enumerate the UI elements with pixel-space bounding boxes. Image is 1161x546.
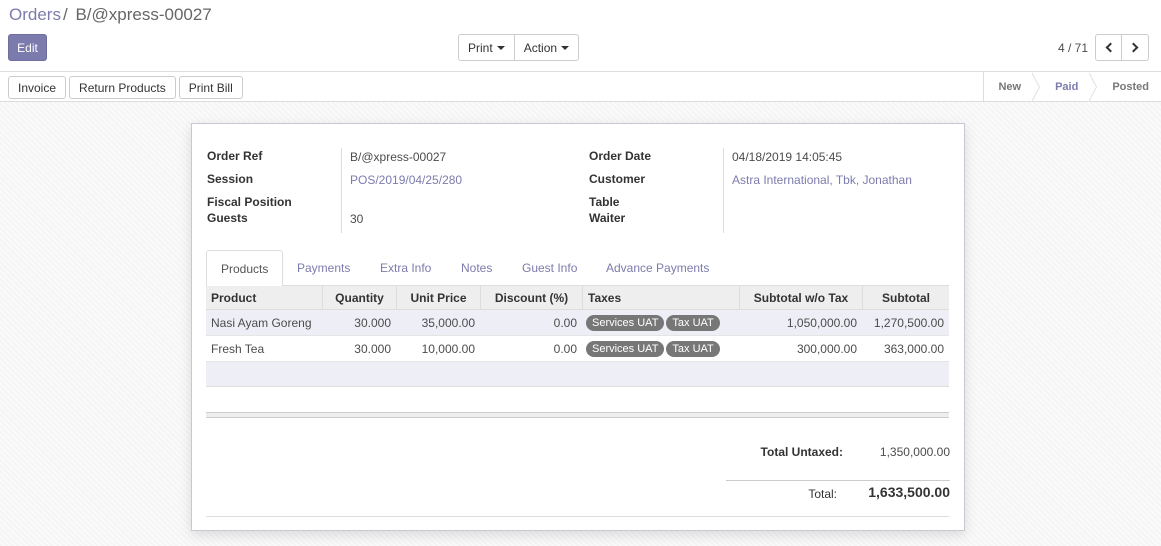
tax-badge: Tax UAT [666,314,720,331]
statusbar-buttons: Invoice Return Products Print Bill [8,76,243,99]
edit-button[interactable]: Edit [8,34,47,61]
stage-posted-label: Posted [1112,81,1149,93]
totals-divider [726,480,950,481]
tab-guest-info[interactable]: Guest Info [508,250,591,286]
stage-paid[interactable]: Paid [1033,72,1098,102]
column-subtotal[interactable]: Subtotal [862,286,949,309]
order-ref-value: B/@xpress-00027 [350,150,447,164]
action-dropdown-button[interactable]: Action [514,34,580,61]
chevron-left-icon [1105,42,1115,53]
print-action-group: Print Action [458,34,580,61]
order-date-label: Order Date [589,149,652,163]
cell-subtotal: 1,270,500.00 [873,315,944,330]
cell-unit-price: 10,000.00 [421,341,475,356]
customer-label: Customer [589,172,646,186]
tax-badge: Tax UAT [666,340,720,357]
field-divider [723,148,724,233]
pager: 4 / 71 [1058,34,1149,61]
column-discount[interactable]: Discount (%) [480,286,582,309]
column-product[interactable]: Product [206,286,322,309]
table-empty-row [206,362,949,387]
breadcrumb-current: B/@xpress-00027 [75,5,212,24]
notebook-tabs: Products Payments Extra Info Notes Guest… [206,250,949,287]
total-label: Total: [808,487,837,501]
tax-badge: Services UAT [586,314,665,331]
sheet-bottom-divider [206,516,949,517]
pager-value[interactable]: 4 / 71 [1058,41,1088,55]
order-ref-label: Order Ref [207,149,263,163]
action-label: Action [523,40,558,55]
cell-subtotal-wo-tax: 300,000.00 [796,341,857,356]
breadcrumb: Orders / B/@xpress-00027 [9,5,212,25]
caret-down-icon [561,45,570,50]
tax-badge: Services UAT [586,340,665,357]
total-untaxed-label: Total Untaxed: [760,445,843,459]
table-row[interactable]: Nasi Ayam Goreng 30.000 35,000.00 0.00 S… [206,310,949,336]
cell-taxes: Services UAT Tax UAT [582,336,739,361]
return-products-button[interactable]: Return Products [69,76,176,99]
guests-value: 30 [350,212,364,226]
breadcrumb-orders-link[interactable]: Orders [9,5,61,24]
column-unit-price[interactable]: Unit Price [396,286,480,309]
cell-unit-price: 35,000.00 [421,315,475,330]
tab-notes[interactable]: Notes [447,250,506,286]
stage-new[interactable]: New [984,72,1041,102]
cell-quantity: 30.000 [354,315,391,330]
breadcrumb-separator: / [62,5,68,24]
cell-discount: 0.00 [553,315,577,330]
cell-product: Nasi Ayam Goreng [211,315,312,330]
tab-payments[interactable]: Payments [283,250,364,286]
print-dropdown-button[interactable]: Print [458,34,515,61]
table-header: Product Quantity Unit Price Discount (%)… [206,286,949,310]
stage-arrow [1088,72,1098,102]
stage-new-label: New [998,81,1022,93]
order-date-value: 04/18/2019 14:05:45 [732,150,843,164]
cell-product: Fresh Tea [211,341,265,356]
chevron-right-icon [1128,42,1139,53]
fiscal-position-label: Fiscal Position [207,195,292,209]
total-value: 1,633,500.00 [868,484,950,500]
stage-paid-label: Paid [1055,81,1079,93]
total-untaxed-value: 1,350,000.00 [879,445,950,459]
waiter-label: Waiter [589,211,626,225]
tab-products[interactable]: Products [206,250,284,287]
field-divider [341,148,342,233]
status-bar: Invoice Return Products Print Bill New P… [0,71,1161,102]
tab-advance-payments[interactable]: Advance Payments [592,250,723,286]
status-stages: New Paid Posted [983,72,1161,102]
cell-quantity: 30.000 [354,341,391,356]
cell-subtotal: 363,000.00 [883,341,944,356]
invoice-button[interactable]: Invoice [8,76,67,99]
pager-previous-button[interactable] [1095,34,1122,61]
tab-extra-info[interactable]: Extra Info [366,250,445,286]
print-label: Print [468,40,493,55]
pager-next-button[interactable] [1122,34,1149,61]
session-label: Session [207,172,254,186]
table-row[interactable]: Fresh Tea 30.000 10,000.00 0.00 Services… [206,336,949,362]
guests-label: Guests [207,211,248,225]
column-subtotal-wo-tax[interactable]: Subtotal w/o Tax [739,286,862,309]
stage-arrow [1031,72,1041,102]
caret-down-icon [496,45,505,50]
order-lines-table: Product Quantity Unit Price Discount (%)… [206,286,949,387]
table-label: Table [589,195,620,209]
cell-subtotal-wo-tax: 1,050,000.00 [786,315,857,330]
form-sheet: Order Ref B/@xpress-00027 Session POS/20… [191,123,965,531]
column-quantity[interactable]: Quantity [322,286,396,309]
column-taxes[interactable]: Taxes [582,286,739,309]
stage-posted[interactable]: Posted [1090,72,1161,102]
table-footer [206,412,949,418]
cell-taxes: Services UAT Tax UAT [582,310,739,335]
cell-discount: 0.00 [553,341,577,356]
customer-link[interactable]: Astra International, Tbk, Jonathan [732,173,912,187]
print-bill-button[interactable]: Print Bill [178,76,243,99]
session-link[interactable]: POS/2019/04/25/280 [350,173,462,187]
control-panel: Orders / B/@xpress-00027 Edit Print Actio… [0,0,1161,102]
